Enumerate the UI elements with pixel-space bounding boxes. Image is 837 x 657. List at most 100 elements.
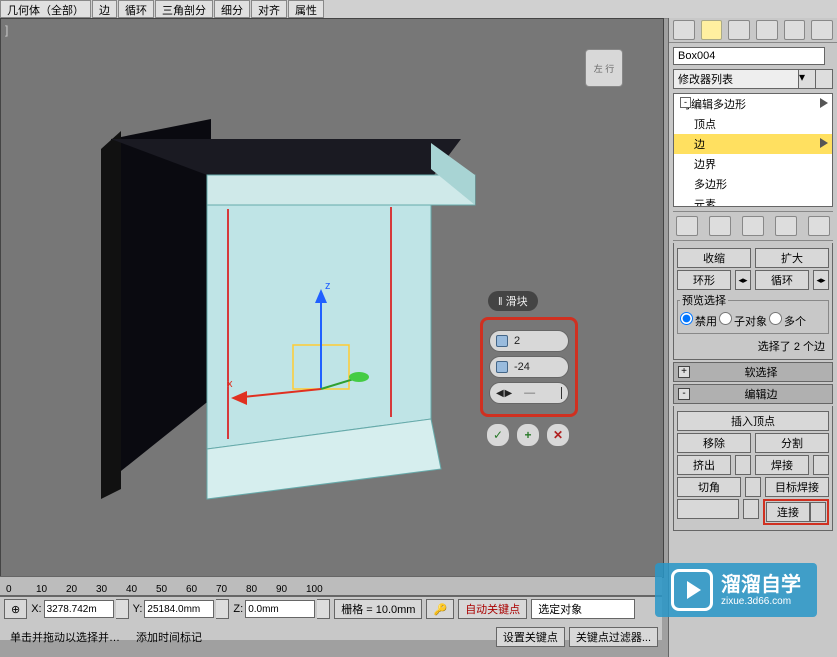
segments-spinner[interactable]: 2 (489, 330, 569, 352)
modify-tab[interactable] (701, 20, 723, 40)
pinch-spinner[interactable]: -24 (489, 356, 569, 378)
pinch-icon (496, 361, 508, 373)
x-field[interactable] (44, 600, 114, 618)
perspective-viewport[interactable]: ] 左 行 z x ‖ 滑块 (0, 18, 664, 578)
stack-vertex[interactable]: 顶点 (674, 114, 832, 134)
add-time-tag-button[interactable]: 添加时间标记 (130, 628, 208, 646)
stack-edge[interactable]: 边 (674, 134, 832, 154)
y-spinner[interactable] (216, 599, 229, 619)
display-tab[interactable] (784, 20, 806, 40)
connect-button[interactable]: 连接 (766, 502, 810, 522)
auto-key-button[interactable]: 自动关键点 (458, 599, 527, 619)
connect-highlight: 连接 (763, 499, 829, 525)
modifier-sets-button[interactable] (816, 69, 833, 89)
weld-button[interactable]: 焊接 (755, 455, 809, 475)
preview-legend: 预览选择 (680, 292, 728, 308)
configure-sets-button[interactable] (808, 216, 830, 236)
mode-align[interactable]: 对齐 (251, 0, 287, 18)
make-unique-button[interactable] (742, 216, 764, 236)
remove-modifier-button[interactable] (775, 216, 797, 236)
z-field[interactable] (245, 600, 315, 618)
caddy-highlight: 2 -24 ◀ ▶— (480, 317, 578, 417)
preview-selection-group: 预览选择 禁用 子对象 多个 (677, 292, 829, 334)
preview-multi-radio[interactable]: 多个 (769, 312, 806, 329)
caddy-apply-button[interactable]: + (516, 423, 540, 447)
mode-props[interactable]: 属性 (288, 0, 324, 18)
insert-vertex-button[interactable]: 插入顶点 (677, 411, 829, 431)
edit-edges-rollout-header[interactable]: -编辑边 (673, 384, 833, 404)
stack-editable-poly[interactable]: -可编辑多边形 (674, 94, 832, 114)
mode-subdiv[interactable]: 细分 (214, 0, 250, 18)
z-spinner[interactable] (317, 599, 330, 619)
watermark: 溜溜自学 zixue.3d66.com (655, 563, 817, 617)
modifier-list-arrow[interactable]: ▾ (799, 69, 816, 89)
chamfer-settings-button[interactable] (745, 477, 761, 497)
key-filters-dropdown[interactable]: 选定对象 (531, 599, 635, 619)
caddy-ok-button[interactable]: ✓ (486, 423, 510, 447)
slide-spinner[interactable]: ◀ ▶— (489, 382, 569, 404)
grid-readout: 栅格 = 10.0mm (334, 599, 422, 619)
pin-stack-button[interactable] (676, 216, 698, 236)
stack-element[interactable]: 元素 (674, 194, 832, 207)
hint-text: 单击并拖动以选择并… (4, 628, 126, 646)
grow-button[interactable]: 扩大 (755, 248, 829, 268)
modifier-stack[interactable]: -可编辑多边形 顶点 边 边界 多边形 元素 (673, 93, 833, 207)
z-coord: Z: (233, 599, 330, 619)
pinch-value: -24 (514, 361, 530, 373)
connect-settings-button[interactable] (810, 502, 826, 522)
modifier-list-dropdown[interactable]: 修改器列表 (673, 69, 799, 89)
loop-spinner[interactable]: ◂▸ (813, 270, 829, 290)
selection-status: 选择了 2 个边 (677, 336, 829, 356)
chamfer-button[interactable]: 切角 (677, 477, 741, 497)
selection-rollout: 收缩 扩大 环形 ◂▸ 循环 ◂▸ 预览选择 禁用 子对象 多个 选择了 2 个… (673, 243, 833, 360)
y-field[interactable] (144, 600, 214, 618)
extrude-button[interactable]: 挤出 (677, 455, 731, 475)
utilities-tab[interactable] (811, 20, 833, 40)
stack-toolbar (673, 211, 833, 241)
bridge-button[interactable] (677, 499, 739, 519)
x-spinner[interactable] (116, 599, 129, 619)
weld-settings-button[interactable] (813, 455, 829, 475)
time-ruler[interactable]: 0 10 20 30 40 50 60 70 80 90 100 (0, 576, 662, 596)
mode-loop[interactable]: 循环 (118, 0, 154, 18)
svg-text:z: z (325, 280, 331, 292)
shrink-button[interactable]: 收缩 (677, 248, 751, 268)
lock-selection-button[interactable]: 🔑 (426, 599, 454, 619)
ring-button[interactable]: 环形 (677, 270, 731, 290)
key-filters-button[interactable]: 关键点过滤器... (569, 627, 658, 647)
preview-subobj-radio[interactable]: 子对象 (719, 312, 767, 329)
caddy-title[interactable]: ‖ 滑块 (488, 291, 538, 311)
motion-tab[interactable] (756, 20, 778, 40)
caddy-cancel-button[interactable]: ✕ (546, 423, 570, 447)
command-panel-tabs (669, 18, 837, 43)
mode-edge[interactable]: 边 (92, 0, 117, 18)
soft-selection-rollout-header[interactable]: +软选择 (673, 362, 833, 382)
mode-all[interactable]: 几何体（全部） (0, 0, 91, 18)
create-tab[interactable] (673, 20, 695, 40)
expand-icon[interactable]: - (680, 97, 691, 108)
transform-type-in-toggle[interactable]: ⊕ (4, 599, 27, 619)
stack-polygon[interactable]: 多边形 (674, 174, 832, 194)
bridge-settings-button[interactable] (743, 499, 759, 519)
stack-border[interactable]: 边界 (674, 154, 832, 174)
show-end-result-button[interactable] (709, 216, 731, 236)
remove-button[interactable]: 移除 (677, 433, 751, 453)
slide-arrows-icon: ◀ ▶ (496, 388, 511, 399)
set-key-button[interactable]: 设置关键点 (496, 627, 565, 647)
ring-spinner[interactable]: ◂▸ (735, 270, 751, 290)
y-coord: Y: (133, 599, 230, 619)
svg-text:x: x (227, 378, 233, 390)
mode-tri[interactable]: 三角剖分 (155, 0, 213, 18)
watermark-url: zixue.3d66.com (721, 596, 801, 607)
watermark-brand: 溜溜自学 (721, 574, 801, 596)
hierarchy-tab[interactable] (728, 20, 750, 40)
preview-off-radio[interactable]: 禁用 (680, 312, 717, 329)
extrude-settings-button[interactable] (735, 455, 751, 475)
loop-button[interactable]: 循环 (755, 270, 809, 290)
x-coord: X: (31, 599, 128, 619)
command-panel: 修改器列表 ▾ -可编辑多边形 顶点 边 边界 多边形 元素 收缩 扩大 环形 … (668, 18, 837, 657)
target-weld-button[interactable]: 目标焊接 (765, 477, 829, 497)
edit-edges-rollout: 插入顶点 移除 分割 挤出 焊接 切角 目标焊接 连接 (673, 406, 833, 531)
split-button[interactable]: 分割 (755, 433, 829, 453)
object-name-field[interactable] (673, 47, 825, 65)
